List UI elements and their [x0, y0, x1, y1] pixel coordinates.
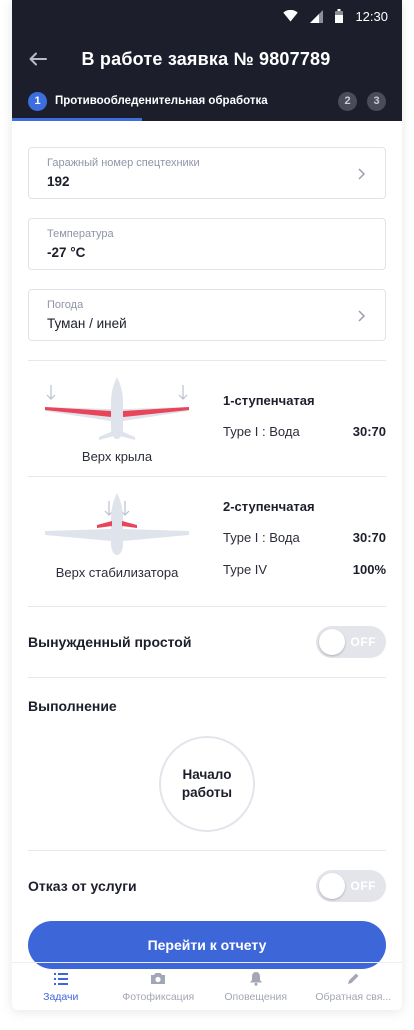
arrow-left-icon — [29, 52, 47, 66]
treatment-stabilizer-top: Верх стабилизатора 2-ступенчатая Type I … — [28, 477, 386, 606]
weather-label: Погода — [47, 299, 84, 311]
chevron-right-icon — [358, 168, 366, 180]
start-work-button[interactable]: Начало работы — [159, 736, 255, 832]
step-2-tab[interactable]: 2 — [338, 91, 357, 111]
start-work-line-2: работы — [181, 785, 233, 800]
refusal-label: Отказ от услуги — [28, 878, 137, 894]
forced-idle-label: Вынужденный простой — [28, 634, 192, 650]
tab-feedback-label: Обратная свя... — [315, 990, 392, 1003]
temperature-value: -27 °C — [47, 245, 86, 260]
treatment-1-title: 1-ступенчатая — [223, 393, 315, 408]
refusal-row: Отказ от услуги OFF — [28, 851, 386, 921]
tab-notifications[interactable]: Оповещения — [207, 963, 305, 1010]
refusal-toggle[interactable]: OFF — [316, 870, 386, 902]
back-button[interactable] — [26, 47, 50, 71]
garage-number-value: 192 — [47, 174, 70, 189]
tab-tasks-label: Задачи — [43, 990, 79, 1003]
tab-photo-label: Фотофиксация — [122, 990, 195, 1003]
tab-tasks[interactable]: Задачи — [12, 963, 110, 1010]
fluid-ratio: 30:70 — [352, 424, 386, 439]
temperature-label: Температура — [47, 228, 114, 240]
forced-idle-toggle[interactable]: OFF — [316, 626, 386, 658]
treatment-1-caption: Верх крыла — [81, 449, 153, 464]
tab-notifications-label: Оповещения — [224, 990, 288, 1003]
forced-idle-row: Вынужденный простой OFF — [28, 607, 386, 677]
step-1-number: 1 — [28, 91, 47, 111]
treatment-2-title: 2-ступенчатая — [223, 499, 315, 514]
toggle-knob — [319, 629, 345, 655]
page-title: В работе заявка № 9807789 — [81, 48, 331, 69]
temperature-field[interactable]: Температура -27 °C — [28, 218, 386, 270]
fluid-ratio: 30:70 — [352, 530, 386, 545]
wifi-icon — [283, 10, 299, 22]
tab-photo[interactable]: Фотофиксация — [110, 963, 208, 1010]
airplane-stabilizer-top-diagram — [45, 493, 189, 555]
tab-feedback[interactable]: Обратная свя... — [305, 963, 403, 1010]
divider — [28, 677, 386, 678]
bottom-tab-bar: Задачи Фотофиксация Оповещения Обратная … — [12, 962, 402, 1010]
toggle-state: OFF — [350, 635, 376, 649]
treatment-wing-top: Верх крыла 1-ступенчатая Type I : Вода 3… — [28, 361, 386, 476]
status-bar: 12:30 — [12, 0, 402, 32]
fluid-label: Type I : Вода — [223, 424, 300, 439]
signal-icon — [310, 9, 324, 23]
treatment-2-line-2: Type IV 100% — [223, 562, 386, 577]
battery-icon — [335, 9, 344, 23]
title-bar: В работе заявка № 9807789 — [12, 32, 402, 86]
treatment-1-line-1: Type I : Вода 30:70 — [223, 424, 386, 439]
list-icon — [53, 971, 68, 987]
status-time: 12:30 — [355, 8, 388, 24]
step-1-tab[interactable]: 1 Противообледенительная обработка — [28, 91, 268, 111]
garage-number-field[interactable]: Гаражный номер спецтехники 192 — [28, 147, 386, 199]
step-1-label: Противообледенительная обработка — [55, 95, 268, 107]
garage-number-label: Гаражный номер спецтехники — [47, 157, 200, 169]
camera-icon — [150, 971, 166, 987]
stepper: 1 Противообледенительная обработка 2 3 — [12, 86, 402, 121]
fluid-label: Type I : Вода — [223, 530, 300, 545]
start-work-line-1: Начало — [182, 766, 232, 782]
phone-screen: 12:30 В работе заявка № 9807789 1 Против… — [12, 0, 402, 1010]
treatment-2-line-1: Type I : Вода 30:70 — [223, 530, 386, 545]
toggle-state: OFF — [350, 879, 376, 893]
toggle-knob — [319, 873, 345, 899]
app-header: 12:30 В работе заявка № 9807789 1 Против… — [12, 0, 402, 121]
fluid-ratio: 100% — [352, 562, 386, 577]
treatment-2-caption: Верх стабилизатора — [55, 565, 179, 580]
pencil-icon — [346, 971, 360, 987]
execution-title: Выполнение — [28, 698, 117, 714]
step-3-tab[interactable]: 3 — [367, 91, 386, 111]
bell-icon — [249, 971, 263, 987]
main-content: Гаражный номер спецтехники 192 Температу… — [12, 121, 402, 969]
fluid-label: Type IV — [223, 562, 268, 577]
weather-field[interactable]: Погода Туман / иней — [28, 289, 386, 341]
chevron-right-icon — [358, 310, 366, 322]
active-step-indicator — [12, 118, 142, 121]
airplane-wing-top-diagram — [45, 377, 189, 440]
weather-value: Туман / иней — [47, 316, 127, 331]
